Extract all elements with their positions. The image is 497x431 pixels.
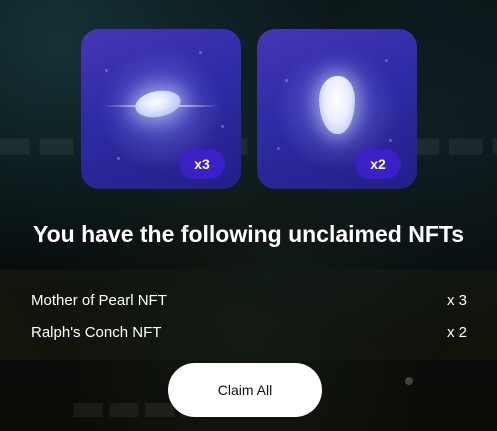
- nft-quantity: x 2: [446, 323, 467, 341]
- nft-card-row: x3 x2: [81, 29, 417, 189]
- bubble-decoration: [277, 147, 280, 150]
- conch-shell-icon: [319, 76, 355, 134]
- bubble-decoration: [389, 139, 392, 142]
- quantity-badge: x2: [355, 149, 401, 179]
- pearl-shell-icon: [133, 87, 183, 121]
- bubble-decoration: [199, 51, 202, 54]
- nft-quantity: x 3: [446, 291, 467, 309]
- bubble-decoration: [117, 157, 120, 160]
- modal-heading: You have the following unclaimed NFTs: [32, 221, 465, 247]
- nft-card-ralphs-conch: x2: [257, 29, 417, 189]
- bubble-decoration: [285, 79, 288, 82]
- nft-card-mother-of-pearl: x3: [81, 29, 241, 189]
- cursor-indicator: [405, 377, 413, 385]
- list-item: Mother of Pearl NFT x 3: [31, 284, 467, 316]
- nft-name: Ralph's Conch NFT: [31, 323, 162, 341]
- nft-name: Mother of Pearl NFT: [31, 291, 167, 309]
- bubble-decoration: [385, 59, 388, 62]
- claim-all-button[interactable]: Claim All: [168, 363, 322, 417]
- list-item: Ralph's Conch NFT x 2: [31, 316, 467, 348]
- quantity-badge: x3: [179, 149, 225, 179]
- unclaimed-nft-list: Mother of Pearl NFT x 3 Ralph's Conch NF…: [31, 284, 467, 348]
- bubble-decoration: [221, 125, 224, 128]
- bubble-decoration: [105, 69, 108, 72]
